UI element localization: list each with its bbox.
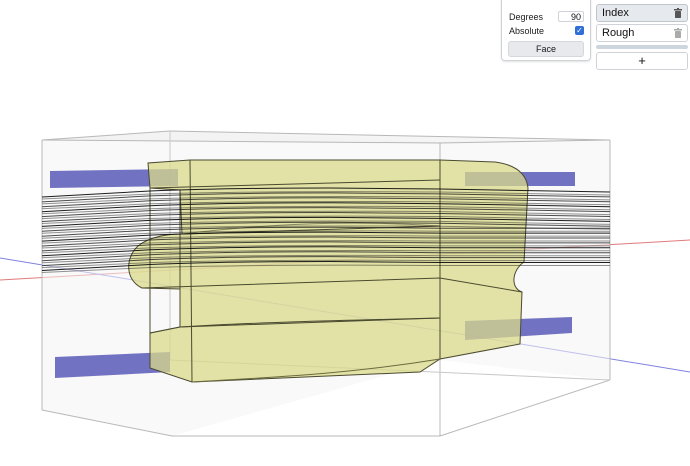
absolute-label: Absolute — [509, 25, 545, 36]
degrees-label: Degrees — [509, 11, 544, 22]
3d-viewport[interactable] — [0, 0, 690, 466]
face-button[interactable]: Face — [508, 41, 584, 57]
absolute-row: Absolute ✓ — [509, 24, 584, 37]
absolute-checkbox[interactable]: ✓ — [575, 26, 584, 35]
layers-divider[interactable] — [596, 45, 688, 49]
rotate-panel: Degrees 90 Absolute ✓ Face — [501, 0, 591, 61]
add-layer-button[interactable]: + — [596, 52, 688, 70]
layer-item-index[interactable]: Index — [596, 4, 688, 22]
degrees-row: Degrees 90 — [509, 10, 584, 23]
trash-icon[interactable] — [674, 28, 682, 38]
layer-item-rough[interactable]: Rough — [596, 24, 688, 42]
trash-icon[interactable] — [674, 8, 682, 18]
degrees-input[interactable]: 90 — [558, 11, 584, 22]
layer-label: Rough — [602, 27, 635, 39]
layers-panel: Index Rough + — [594, 0, 690, 75]
layer-label: Index — [602, 7, 629, 19]
